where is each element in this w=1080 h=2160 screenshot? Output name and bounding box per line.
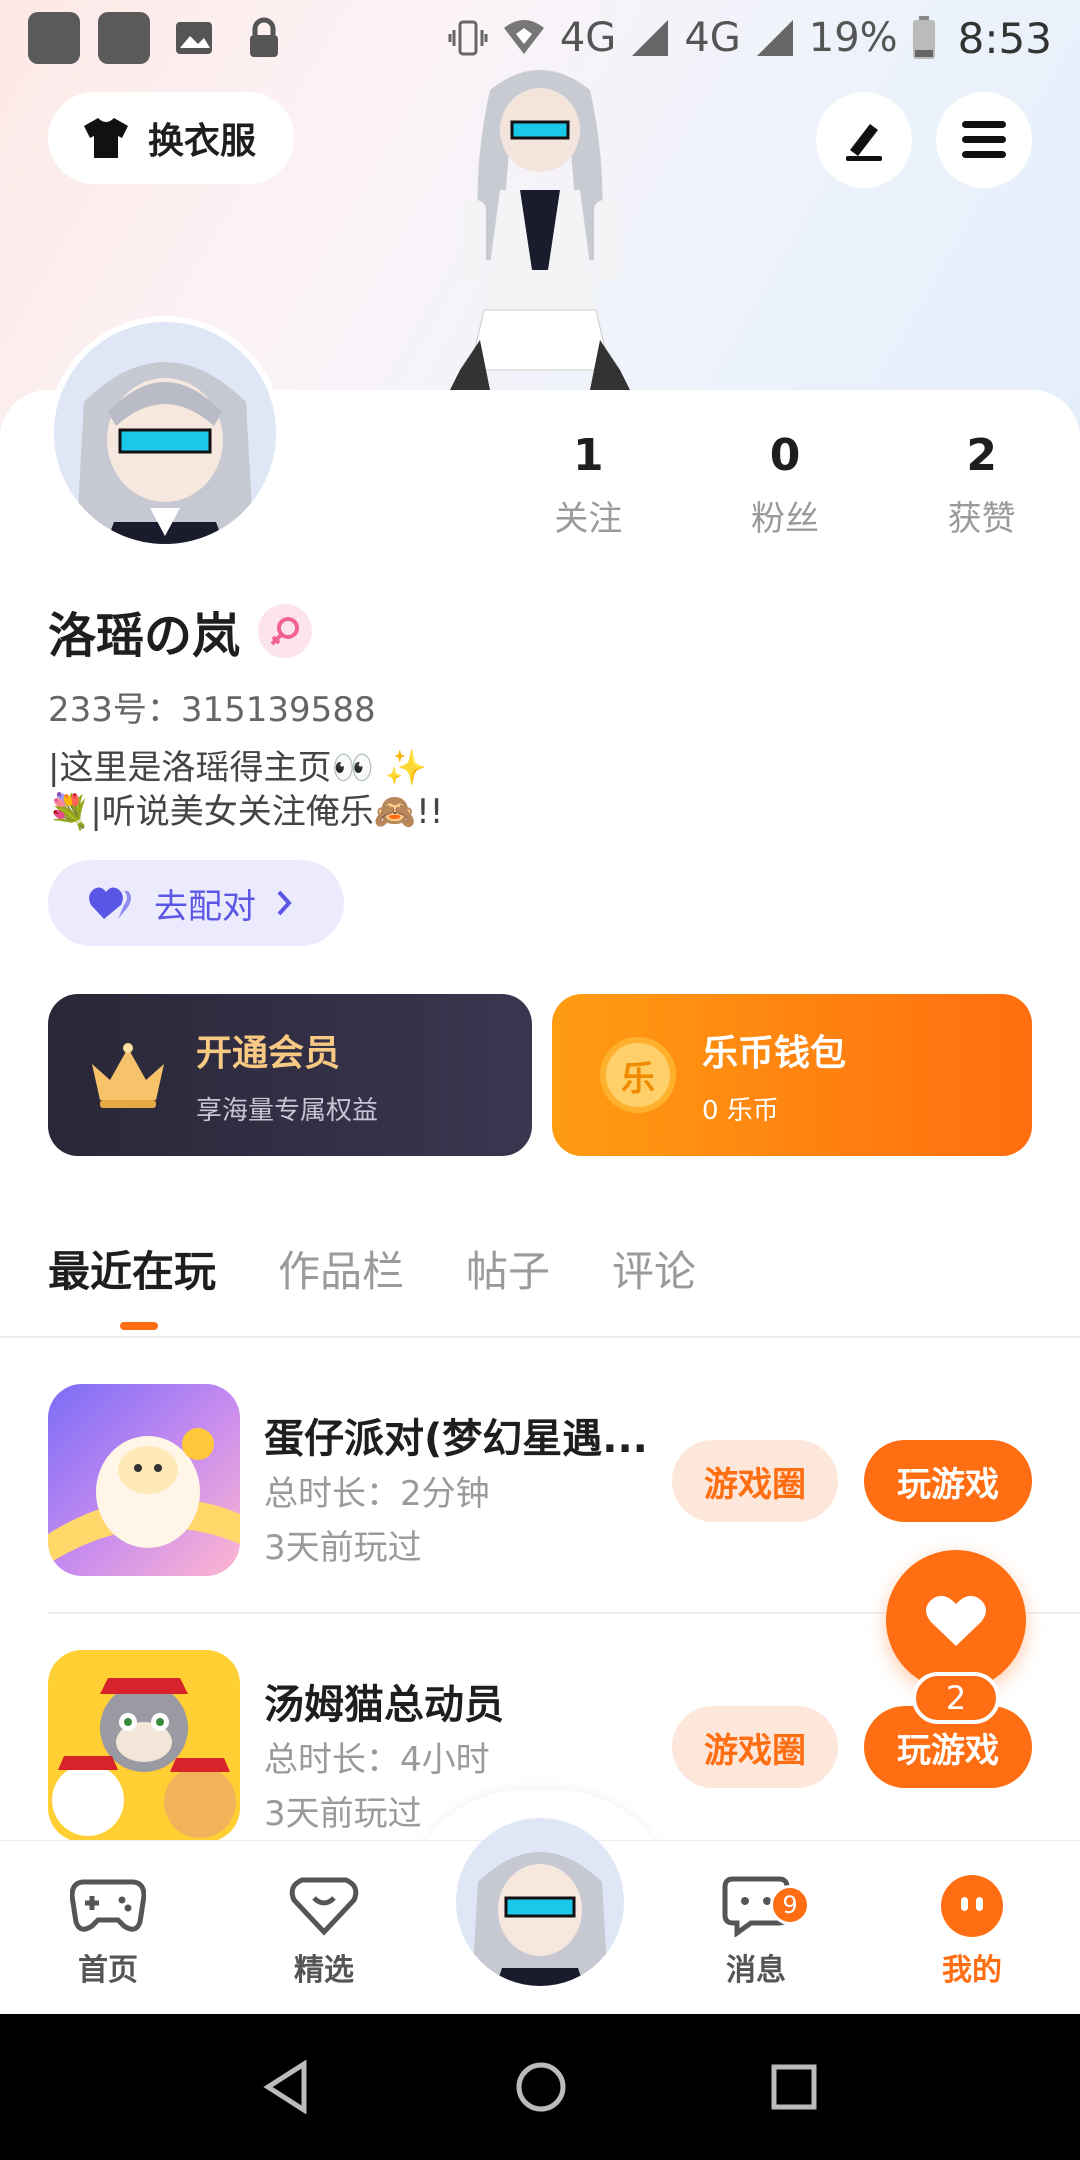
username: 洛瑶の岚 xyxy=(48,608,241,664)
wallet-card[interactable]: 乐 乐币钱包 0 乐币 xyxy=(552,994,1032,1156)
tab-recently-played[interactable]: 最近在玩 xyxy=(48,1238,216,1330)
shirt-icon xyxy=(84,118,128,158)
nav-home-label: 首页 xyxy=(78,1953,138,1988)
nav-featured[interactable]: 精选 xyxy=(244,1871,404,1989)
heart-diamond-icon xyxy=(244,1871,404,1941)
nav-messages[interactable]: 9 消息 xyxy=(676,1871,836,1989)
messages-badge: 9 xyxy=(770,1885,810,1925)
following-label: 关注 xyxy=(554,499,623,539)
followers-count: 0 xyxy=(769,430,801,481)
followers-stat[interactable]: 0 粉丝 xyxy=(687,430,884,540)
vip-title: 开通会员 xyxy=(196,1032,341,1074)
coin-icon: 乐 xyxy=(600,1037,676,1113)
network-label: 4G xyxy=(559,15,617,61)
battery-icon xyxy=(912,16,935,59)
hamburger-menu-icon xyxy=(962,121,1006,158)
signal-icon xyxy=(756,20,793,56)
nav-me-label: 我的 xyxy=(942,1953,1002,1988)
game-icon xyxy=(48,1384,240,1576)
avatar-character-3d[interactable] xyxy=(420,60,660,390)
nav-featured-label: 精选 xyxy=(294,1953,354,1988)
female-gender-icon xyxy=(258,604,313,658)
game-list-item[interactable]: 蛋仔派对(梦幻星遇... 总时长：2分钟 3天前玩过 游戏圈 玩游戏 xyxy=(48,1384,1032,1580)
nav-me[interactable]: 我的 xyxy=(892,1871,1052,1989)
play-game-button[interactable]: 玩游戏 xyxy=(864,1440,1032,1522)
heart-pair-icon xyxy=(89,887,131,919)
likes-label: 获赞 xyxy=(947,499,1016,539)
signal-icon xyxy=(632,20,669,56)
game-circle-button[interactable]: 游戏圈 xyxy=(672,1440,838,1522)
game-title: 蛋仔派对(梦幻星遇... xyxy=(264,1416,648,1462)
tab-works[interactable]: 作品栏 xyxy=(278,1238,404,1299)
floating-like-button[interactable] xyxy=(886,1550,1026,1690)
chat-icon xyxy=(676,1871,836,1941)
wallet-title: 乐币钱包 xyxy=(702,1032,847,1074)
system-navigation-bar xyxy=(0,2014,1080,2160)
bio-line: |这里是洛瑶得主页👀 ✨ xyxy=(48,748,427,788)
network-label: 4G xyxy=(684,15,741,61)
chevron-right-icon xyxy=(277,890,292,916)
nav-home[interactable]: 首页 xyxy=(28,1871,188,1989)
following-count: 1 xyxy=(573,430,604,481)
pair-label: 去配对 xyxy=(154,886,256,927)
battery-percent: 19% xyxy=(808,15,898,61)
notification-icon xyxy=(98,12,150,64)
profile-tabs: 最近在玩 作品栏 帖子 评论 xyxy=(48,1238,696,1330)
wifi-icon xyxy=(503,20,544,54)
game-circle-button[interactable]: 游戏圈 xyxy=(672,1706,838,1788)
profile-bio: |这里是洛瑶得主页👀 ✨ 💐|听说美女关注俺乐🙈!! xyxy=(48,746,443,834)
menu-button[interactable] xyxy=(936,92,1032,188)
profile-avatar[interactable] xyxy=(48,316,282,550)
game-icon xyxy=(48,1650,240,1842)
vip-subtitle: 享海量专属权益 xyxy=(196,1095,379,1126)
user-id: 233号：315139588 xyxy=(48,690,376,730)
image-icon xyxy=(168,12,220,64)
bio-line: 💐|听说美女关注俺乐🙈!! xyxy=(48,792,444,832)
edit-profile-button[interactable] xyxy=(816,92,912,188)
crown-icon xyxy=(92,1043,164,1108)
vibrate-icon xyxy=(448,20,488,56)
nav-messages-label: 消息 xyxy=(726,1953,786,1988)
back-icon[interactable] xyxy=(262,2060,312,2114)
status-bar: 4G 4G 19% 8:53 xyxy=(0,0,1080,76)
followers-label: 粉丝 xyxy=(751,499,819,539)
profile-name-row: 洛瑶の岚 xyxy=(48,596,313,666)
gamepad-icon xyxy=(28,1871,188,1941)
likes-count: 2 xyxy=(966,430,997,481)
game-title: 汤姆猫总动员 xyxy=(264,1682,504,1728)
game-last-played: 3天前玩过 xyxy=(264,1794,422,1834)
vip-membership-card[interactable]: 开通会员 享海量专属权益 xyxy=(48,994,532,1156)
likes-stat[interactable]: 2 获赞 xyxy=(883,430,1080,540)
game-last-played: 3天前玩过 xyxy=(264,1528,422,1568)
like-count-badge: 2 xyxy=(912,1672,1000,1724)
pair-button[interactable]: 去配对 xyxy=(48,860,344,946)
wallet-balance: 0 乐币 xyxy=(702,1095,779,1126)
divider xyxy=(0,1336,1080,1338)
heart-icon xyxy=(926,1595,986,1646)
me-face-icon xyxy=(892,1871,1052,1941)
clock: 8:53 xyxy=(957,13,1052,63)
game-duration: 总时长：4小时 xyxy=(264,1740,490,1780)
pencil-icon xyxy=(846,124,882,161)
recents-icon[interactable] xyxy=(770,2063,818,2111)
lock-icon xyxy=(238,12,290,64)
change-outfit-label: 换衣服 xyxy=(148,121,257,162)
tab-comments[interactable]: 评论 xyxy=(612,1238,696,1299)
change-outfit-button[interactable]: 换衣服 xyxy=(48,92,294,184)
tab-posts[interactable]: 帖子 xyxy=(466,1238,550,1299)
game-duration: 总时长：2分钟 xyxy=(264,1474,490,1514)
notification-icon xyxy=(28,12,80,64)
nav-center-avatar-button[interactable] xyxy=(456,1818,624,1986)
home-icon[interactable] xyxy=(515,2061,567,2113)
following-stat[interactable]: 1 关注 xyxy=(490,430,687,540)
profile-stats: 1 关注 0 粉丝 2 获赞 xyxy=(490,430,1080,540)
